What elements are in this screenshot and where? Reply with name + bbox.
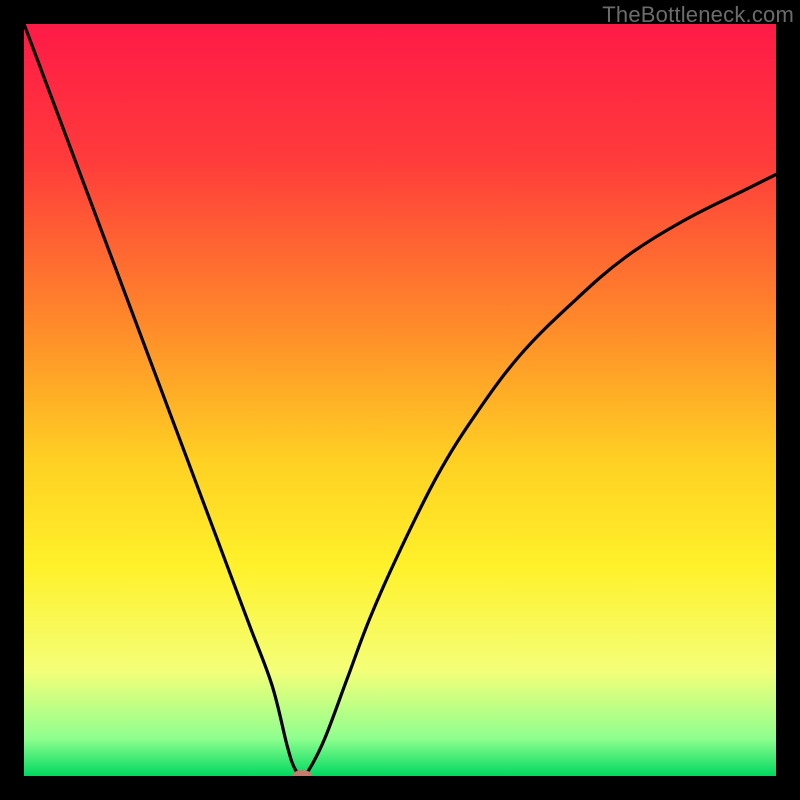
gradient-background: [24, 24, 776, 776]
chart-frame: [24, 24, 776, 776]
bottleneck-chart: [24, 24, 776, 776]
